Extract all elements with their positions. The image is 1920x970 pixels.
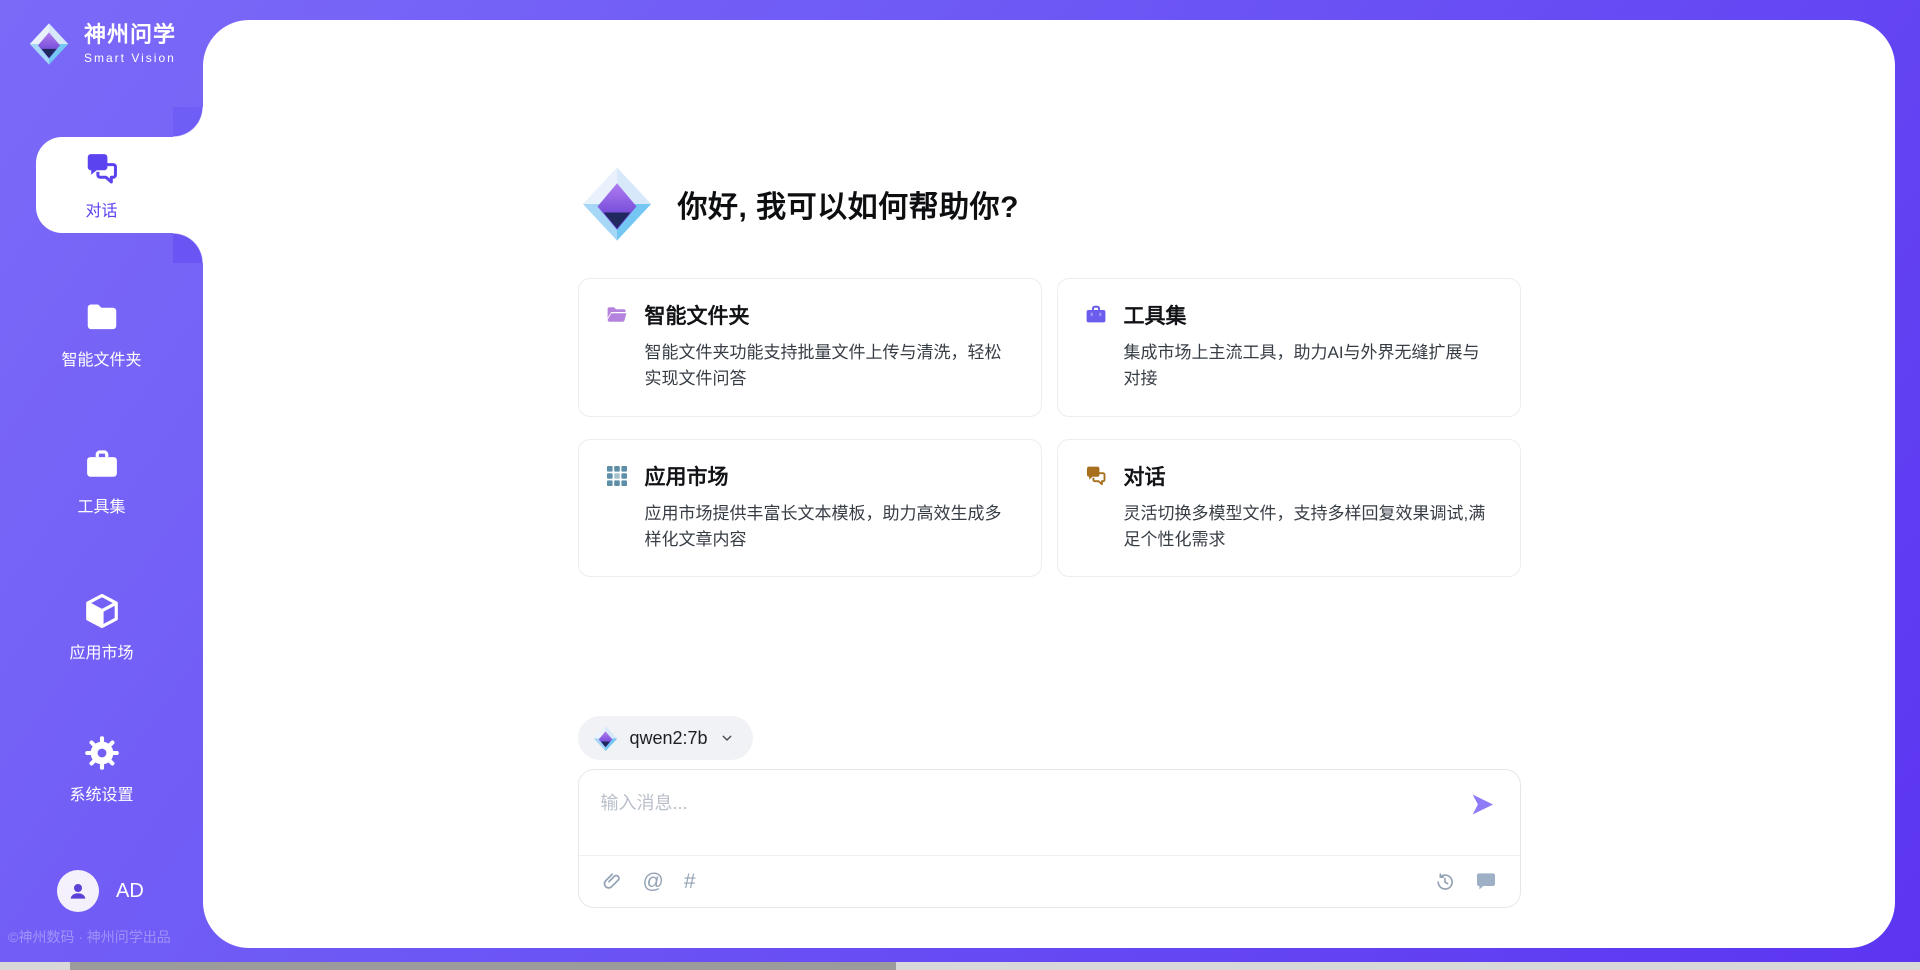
assistant-logo-icon [578,165,656,243]
sidebar: 神州问学 Smart Vision 对话 智能文件夹 工具集 应用市场 系统设置… [0,0,203,970]
composer-toolbar: @ # [579,855,1520,907]
model-logo-icon [592,725,619,752]
card-description: 集成市场上主流工具，助力AI与外界无缝扩展与对接 [1124,340,1494,393]
sidebar-item-label: 系统设置 [69,781,133,805]
card-description: 灵活切换多模型文件，支持多样回复效果调试,满足个性化需求 [1124,501,1494,554]
card-title: 应用市场 [645,461,729,491]
grid-icon [605,464,629,488]
card-app-market[interactable]: 应用市场 应用市场提供丰富长文本模板，助力高效生成多样化文章内容 [578,439,1042,578]
attach-file-button[interactable] [601,871,623,893]
sidebar-item-smart-folder[interactable]: 智能文件夹 [0,299,203,370]
user-account[interactable]: AD [57,870,144,912]
horizontal-scrollbar[interactable] [0,962,1920,970]
sidebar-item-chat[interactable]: 对话 [0,150,203,221]
person-icon [66,879,90,903]
chat-icon [1084,464,1108,488]
user-name: AD [116,880,144,903]
folder-open-icon [605,303,629,327]
history-button[interactable] [1434,871,1456,893]
card-smart-folder[interactable]: 智能文件夹 智能文件夹功能支持批量文件上传与清洗，轻松实现文件问答 [578,278,1042,417]
sidebar-item-settings[interactable]: 系统设置 [0,734,203,805]
brand-subtitle: Smart Vision [84,51,176,65]
greeting-text: 你好, 我可以如何帮助你? [678,182,1020,226]
card-chat[interactable]: 对话 灵活切换多模型文件，支持多样回复效果调试,满足个性化需求 [1057,439,1521,578]
card-description: 智能文件夹功能支持批量文件上传与清洗，轻松实现文件问答 [645,340,1015,393]
sidebar-item-label: 应用市场 [69,639,133,663]
card-description: 应用市场提供丰富长文本模板，助力高效生成多样化文章内容 [645,501,1015,554]
avatar [57,870,99,912]
message-composer: @ # [578,769,1521,908]
chat-icon [83,150,121,188]
chat-bubble-icon [1474,870,1498,894]
gear-icon [83,734,121,772]
paperclip-icon [601,871,623,893]
mention-button[interactable]: @ [643,871,664,892]
history-icon [1434,871,1456,893]
toolbox-icon [83,446,121,484]
card-toolset[interactable]: 工具集 集成市场上主流工具，助力AI与外界无缝扩展与对接 [1057,278,1521,417]
feature-cards: 智能文件夹 智能文件夹功能支持批量文件上传与清洗，轻松实现文件问答 工具集 集成… [578,278,1521,577]
cube-icon [83,592,121,630]
model-name: qwen2:7b [630,728,708,749]
model-selector[interactable]: qwen2:7b [578,716,753,760]
scrollbar-thumb[interactable] [70,962,896,970]
folder-icon [83,299,121,337]
brand-logo-icon [27,22,71,66]
conversation-button[interactable] [1474,870,1498,894]
card-title: 对话 [1124,461,1166,491]
sidebar-item-app-market[interactable]: 应用市场 [0,592,203,663]
brand: 神州问学 Smart Vision [27,22,176,66]
copyright-text: ©神州数码 · 神州问学出品 [8,927,171,947]
greeting: 你好, 我可以如何帮助你? [578,165,1521,243]
chevron-down-icon [719,730,735,746]
sidebar-item-label: 对话 [85,197,117,221]
sidebar-item-label: 智能文件夹 [61,346,141,370]
toolbox-icon [1084,303,1108,327]
sidebar-item-label: 工具集 [77,493,125,517]
message-input[interactable] [579,770,1520,855]
send-button[interactable] [1469,791,1496,818]
card-title: 智能文件夹 [645,300,750,330]
main-panel: 你好, 我可以如何帮助你? 智能文件夹 智能文件夹功能支持批量文件上传与清洗，轻… [203,20,1895,948]
brand-title: 神州问学 [84,23,176,47]
sidebar-item-toolset[interactable]: 工具集 [0,446,203,517]
hashtag-button[interactable]: # [684,871,696,892]
card-title: 工具集 [1124,300,1187,330]
